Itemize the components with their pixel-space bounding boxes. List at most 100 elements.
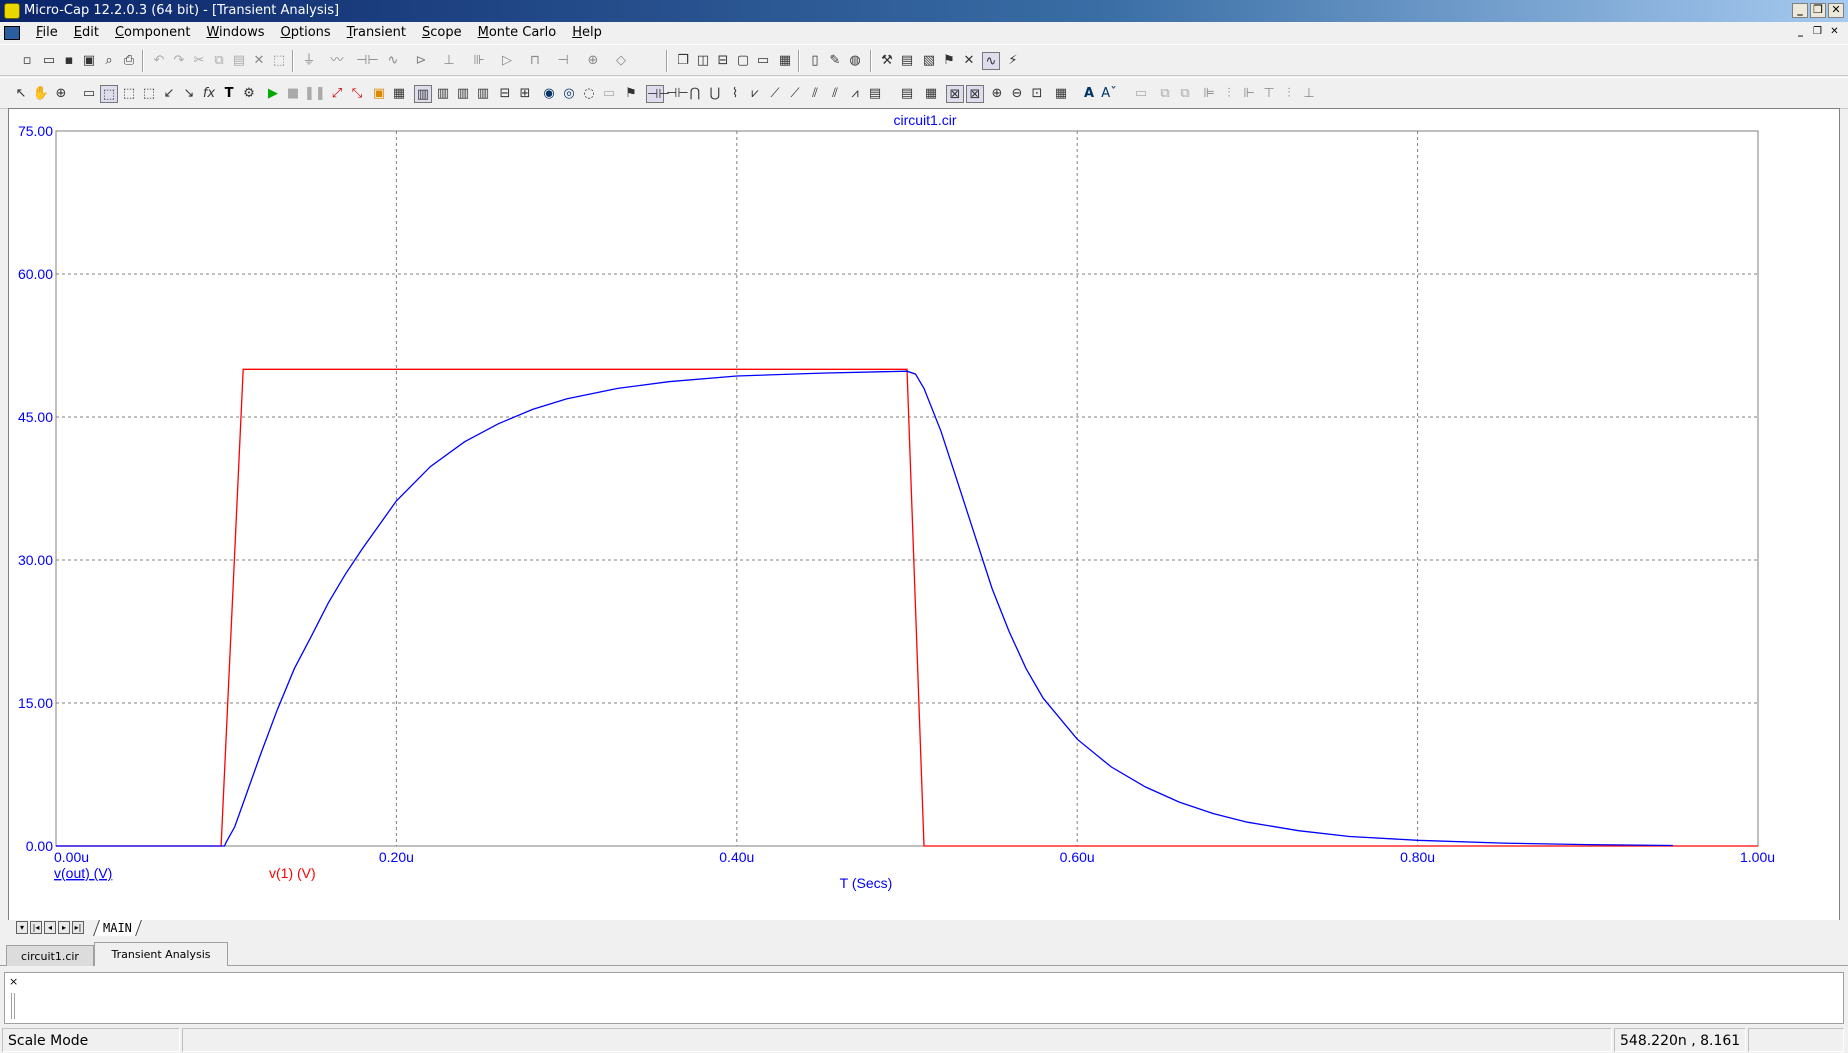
text-icon[interactable]: T: [220, 85, 238, 103]
global-low-icon[interactable]: ⟋: [766, 85, 784, 103]
menu-transient[interactable]: Transient: [339, 22, 414, 44]
menu-help[interactable]: Help: [564, 22, 610, 44]
menu-windows[interactable]: Windows: [198, 22, 272, 44]
diode-icon[interactable]: ⊳: [412, 52, 430, 70]
series-v-out-line[interactable]: [56, 370, 1673, 847]
app-icon[interactable]: [4, 3, 20, 19]
series-v-1-line[interactable]: [56, 368, 1758, 847]
next-sheet-button[interactable]: ▸: [58, 921, 70, 934]
select-all-icon[interactable]: ⬚: [270, 52, 288, 70]
font-size-icon[interactable]: Aˇ: [1100, 85, 1118, 103]
sine-source-icon[interactable]: ⊣: [554, 52, 572, 70]
top-icon[interactable]: ⟋: [786, 85, 804, 103]
zoom-fit-icon[interactable]: ⬚: [120, 85, 138, 103]
mdi-close-button[interactable]: ✕: [1827, 26, 1842, 39]
ground-icon[interactable]: ⏚: [300, 52, 318, 70]
menu-component[interactable]: Component: [107, 22, 198, 44]
plot-area[interactable]: circuit1.cir 75.00 60.00 45.00 30.00 15.00 0.0…: [8, 108, 1840, 933]
tools-icon[interactable]: ✕: [960, 52, 978, 70]
performance-icon[interactable]: ⚡: [1004, 52, 1022, 70]
align-top-icon[interactable]: ⊤: [1260, 85, 1278, 103]
close-icon[interactable]: ×: [9, 975, 18, 988]
menu-file[interactable]: File: [28, 22, 66, 44]
redraw-icon[interactable]: ▭: [600, 85, 618, 103]
mdi-restore-button[interactable]: ❒: [1810, 26, 1825, 39]
plot-window-icon[interactable]: ▥: [474, 85, 492, 103]
align-left-icon[interactable]: ⊫: [1200, 85, 1218, 103]
align-bottom-icon[interactable]: ⊥: [1300, 85, 1318, 103]
save-all-icon[interactable]: ▣: [80, 52, 98, 70]
remove-curve-icon[interactable]: ⤡: [348, 85, 366, 103]
title-bar[interactable]: Micro-Cap 12.2.0.3 (64 bit) - [Transient…: [0, 0, 1848, 22]
sheet-tab-main[interactable]: MAIN: [93, 920, 142, 936]
probe-icon[interactable]: ◇: [612, 52, 630, 70]
legend-v-out[interactable]: v(out) (V): [54, 865, 112, 881]
zoom-box-icon[interactable]: ⬚: [100, 85, 118, 103]
open-file-icon[interactable]: ▭: [40, 52, 58, 70]
calculator-icon[interactable]: ▦: [776, 52, 794, 70]
horizontal-tag-icon[interactable]: ↘: [180, 85, 198, 103]
grid-icon[interactable]: ▥: [414, 85, 432, 103]
bring-front-icon[interactable]: ⧉: [1156, 85, 1174, 103]
magnify-minus-icon[interactable]: ⊖: [1008, 85, 1026, 103]
bottom-icon[interactable]: ⫽: [806, 85, 824, 103]
resistor-icon[interactable]: 〰: [328, 52, 346, 70]
restore-button[interactable]: ❒: [1810, 3, 1826, 18]
menu-edit[interactable]: Edit: [66, 22, 107, 44]
print-preview-icon[interactable]: ⌕: [100, 52, 118, 70]
tile-plots-icon[interactable]: ▦: [1052, 85, 1070, 103]
next-point-icon[interactable]: ⩘: [846, 85, 864, 103]
new-file-icon[interactable]: ▫: [18, 52, 36, 70]
peak-icon[interactable]: ⊣⊢: [646, 85, 670, 103]
tile-horizontal-icon[interactable]: ⊟: [714, 52, 732, 70]
low-icon[interactable]: ⋃: [706, 85, 724, 103]
same-x-scales-icon[interactable]: ⊠: [966, 85, 984, 103]
prev-sheet-button[interactable]: ◂: [44, 921, 56, 934]
high-icon[interactable]: ⋂: [686, 85, 704, 103]
run-icon[interactable]: ▶: [264, 85, 282, 103]
pan-icon[interactable]: ✋: [32, 85, 50, 103]
zoom-all-icon[interactable]: ◌: [580, 85, 598, 103]
cursor-mode-icon[interactable]: ▭: [80, 85, 98, 103]
zoom-out-icon[interactable]: ◎: [560, 85, 578, 103]
capacitor-icon[interactable]: ⊣⊢: [356, 52, 379, 70]
horizontal-axis-icon[interactable]: ⊟: [496, 85, 514, 103]
numeric-output-icon[interactable]: ▤: [898, 52, 916, 70]
minor-grid-icon[interactable]: ▥: [434, 85, 452, 103]
legend-v-1[interactable]: v(1) (V): [269, 865, 316, 881]
mdi-minimize-button[interactable]: _: [1793, 26, 1808, 39]
undo-icon[interactable]: ↶: [150, 52, 168, 70]
clipboard-icon[interactable]: ▤: [866, 85, 884, 103]
copy-plot-icon[interactable]: ▦: [922, 85, 940, 103]
zoom-in-icon[interactable]: ◉: [540, 85, 558, 103]
pause-icon[interactable]: ❚❚: [304, 85, 326, 103]
cascade-icon[interactable]: ❐: [674, 52, 692, 70]
maximize-icon[interactable]: ▭: [754, 52, 772, 70]
globe-icon[interactable]: ◍: [846, 52, 864, 70]
sheet-menu-button[interactable]: ▾: [16, 921, 28, 934]
stepping-icon[interactable]: ⚑: [940, 52, 958, 70]
animate-icon[interactable]: ⚑: [622, 85, 640, 103]
copy-icon[interactable]: ⧉: [210, 52, 228, 70]
tile-vertical-icon[interactable]: ◫: [694, 52, 712, 70]
same-y-scales-icon[interactable]: ⊠: [946, 85, 964, 103]
battery-icon[interactable]: ⊪: [470, 52, 488, 70]
inflection-icon[interactable]: ⌇: [726, 85, 744, 103]
align-middle-icon[interactable]: ⫶: [1280, 85, 1298, 103]
select-arrow-icon[interactable]: ↖: [12, 85, 30, 103]
component-editor-icon[interactable]: ✎: [826, 52, 844, 70]
align-right-icon[interactable]: ⊩: [1240, 85, 1258, 103]
align-center-icon[interactable]: ⫶: [1220, 85, 1238, 103]
output-panel[interactable]: ×: [4, 972, 1844, 1024]
magnify-plus-icon[interactable]: ⊕: [988, 85, 1006, 103]
tokens-icon[interactable]: ▦: [390, 85, 408, 103]
plot-mode-icon[interactable]: ∿: [982, 52, 1000, 70]
delete-icon[interactable]: ✕: [250, 52, 268, 70]
data-points-icon[interactable]: ▣: [370, 85, 388, 103]
slope-icon[interactable]: ⫽: [826, 85, 844, 103]
graph-icon[interactable]: ⬚: [140, 85, 158, 103]
close-button[interactable]: ✕: [1828, 3, 1844, 18]
send-back-icon[interactable]: ⧉: [1176, 85, 1194, 103]
analysis-limits-icon[interactable]: ⚒: [878, 52, 896, 70]
menu-scope[interactable]: Scope: [414, 22, 470, 44]
